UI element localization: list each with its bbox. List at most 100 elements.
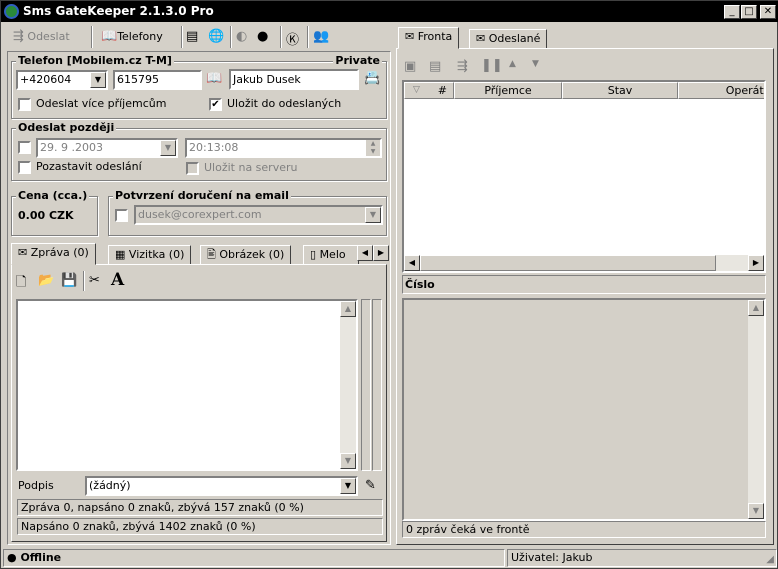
vertical-scrollbar[interactable]: ▲ ▼ <box>340 301 356 469</box>
signature-label: Podpis <box>18 479 54 492</box>
send-button[interactable]: ⇶ Odeslat <box>13 28 70 48</box>
scroll-up-button[interactable]: ▲ <box>748 300 764 316</box>
date-picker[interactable]: 29. 9 .2003 ▼ <box>36 138 178 158</box>
tab-message[interactable]: ✉ Zpráva (0) <box>11 243 96 265</box>
users-icon[interactable]: 👥 <box>313 29 329 44</box>
close-button[interactable]: ✕ <box>760 5 776 19</box>
email-select[interactable]: dusek@corexpert.com ▼ <box>134 205 383 225</box>
column-recipient[interactable]: Příjemce <box>454 82 562 99</box>
phones-label: Telefony <box>117 30 163 43</box>
scroll-thumb[interactable] <box>420 255 716 271</box>
phonebook-icon[interactable]: 📖 <box>206 71 222 86</box>
edit-signature-icon[interactable]: ✎ <box>365 478 376 493</box>
scroll-down-button[interactable]: ▼ <box>748 503 764 519</box>
tab-label: Melo <box>319 248 346 261</box>
price-title: Cena (cca.) <box>16 189 90 202</box>
message-icon: ✉ <box>18 246 28 259</box>
window-title: Sms GateKeeper 2.1.3.0 Pro <box>23 4 214 18</box>
tab-queue[interactable]: ✉ Fronta <box>398 27 460 49</box>
tab-melody[interactable]: ▯ Melo <box>303 245 359 265</box>
recipient-name-input[interactable]: Jakub Dusek <box>229 69 359 90</box>
scroll-right-button[interactable]: ▶ <box>748 255 764 271</box>
column-status[interactable]: Stav <box>562 82 678 99</box>
disconnect-icon[interactable]: ● <box>257 29 268 44</box>
tab-scroll-left[interactable]: ◀ <box>357 245 373 261</box>
font-icon[interactable]: A <box>111 270 124 290</box>
time-input[interactable]: 20:13:08 ▲ ▼ <box>185 138 382 158</box>
pause-label: Pozastavit odeslání <box>36 160 142 173</box>
horizontal-scrollbar[interactable]: ◀ ▶ <box>404 255 764 271</box>
save-sent-checkbox[interactable]: ✔ <box>209 98 222 111</box>
message-textarea[interactable]: ▲ ▼ <box>16 299 358 471</box>
progress-bar-total <box>372 299 382 471</box>
vertical-scrollbar[interactable]: ▲ ▼ <box>748 300 764 519</box>
chevron-down-icon[interactable]: ▼ <box>340 478 356 494</box>
app-globe-icon <box>4 4 19 19</box>
detail-box[interactable]: ▲ ▼ <box>402 298 766 521</box>
sort-icon: ▽ <box>413 85 420 95</box>
signature-select[interactable]: (žádný) ▼ <box>85 476 358 496</box>
sent-icon: ✉ <box>476 32 486 45</box>
toolbar-separator <box>230 26 232 48</box>
move-down-icon[interactable]: ▼ <box>532 59 539 69</box>
queue-status: 0 zpráv čeká ve frontě <box>402 521 766 538</box>
new-file-icon[interactable]: 🗋 <box>16 273 26 295</box>
chevron-down-icon[interactable]: ▼ <box>365 207 381 223</box>
keyboard-icon[interactable]: ▤ <box>186 29 198 44</box>
phones-button[interactable]: 📖Telefony <box>101 28 163 48</box>
detail-header: Číslo <box>402 275 766 294</box>
queue-icon: ✉ <box>405 30 415 43</box>
tab-sent[interactable]: ✉ Odeslané <box>469 29 548 49</box>
credit-kc-icon[interactable]: Ⓚ <box>286 29 299 48</box>
chevron-down-icon[interactable]: ▼ <box>160 140 176 156</box>
title-bar: Sms GateKeeper 2.1.3.0 Pro <box>1 1 778 22</box>
save-icon[interactable]: 💾 <box>61 273 77 288</box>
column-operator[interactable]: Operátor <box>678 82 764 99</box>
tab-business-card[interactable]: ▦ Vizitka (0) <box>108 245 192 265</box>
open-folder-icon[interactable]: 📂 <box>38 273 54 288</box>
settings-globe-icon[interactable]: 🌐 <box>208 29 224 44</box>
queue-list[interactable]: ▽# Příjemce Stav Operátor ◀ ▶ <box>402 80 766 273</box>
multi-recipients-checkbox[interactable] <box>18 98 31 111</box>
tab-label: Vizitka (0) <box>128 248 185 261</box>
send-now-icon[interactable]: ⇶ <box>457 59 468 74</box>
chevron-down-icon[interactable]: ▼ <box>90 72 106 88</box>
properties-icon[interactable]: ▤ <box>429 59 441 74</box>
send-later-checkbox[interactable] <box>18 141 31 154</box>
contact-card-icon[interactable]: 📇 <box>364 71 380 86</box>
send-label: Odeslat <box>27 30 70 43</box>
scroll-up-button[interactable]: ▲ <box>340 301 356 317</box>
phone-group-title: Telefon [Mobilem.cz T-M] <box>16 54 174 67</box>
maximize-button[interactable]: □ <box>741 5 757 19</box>
tab-picture[interactable]: 🖹 Obrázek (0) <box>200 245 292 265</box>
prefix-value: +420604 <box>20 73 72 86</box>
save-server-label: Uložit na serveru <box>204 161 298 174</box>
pause-icon[interactable]: ❚❚ <box>481 58 503 73</box>
pause-checkbox[interactable] <box>18 161 31 174</box>
scroll-down-button[interactable]: ▼ <box>340 453 356 469</box>
scroll-left-button[interactable]: ◀ <box>404 255 420 271</box>
phone-number-input[interactable]: 615795 <box>113 70 202 90</box>
private-label: Private <box>333 54 382 67</box>
email-confirm-checkbox[interactable] <box>115 209 128 222</box>
send-icon: ⇶ <box>13 29 24 44</box>
connect-icon[interactable]: ◐ <box>236 29 247 44</box>
column-number[interactable]: ▽ # <box>404 82 454 99</box>
connection-status: ● Offline <box>3 549 505 567</box>
total-status-line: Napsáno 0 znaků, zbývá 1402 znaků (0 %) <box>17 518 383 535</box>
resize-grip-icon[interactable]: ◢ <box>766 554 774 565</box>
time-spinner[interactable]: ▲ ▼ <box>366 140 380 156</box>
toolbar-separator <box>280 26 282 48</box>
move-up-icon[interactable]: ▲ <box>509 59 516 69</box>
prefix-select[interactable]: +420604 ▼ <box>16 70 108 90</box>
minimize-button[interactable]: _ <box>724 5 740 19</box>
signature-value: (žádný) <box>89 479 131 492</box>
cut-icon[interactable]: ✂ <box>89 273 100 288</box>
phone-icon: ▯ <box>310 248 317 261</box>
save-server-checkbox[interactable] <box>186 162 199 175</box>
progress-bar-sms <box>361 299 371 471</box>
tab-scroll-right[interactable]: ▶ <box>373 245 389 261</box>
date-value: 29. 9 .2003 <box>40 141 103 154</box>
queue-item-icon[interactable]: ▣ <box>404 59 416 74</box>
offline-globe-icon: ● <box>7 551 17 564</box>
